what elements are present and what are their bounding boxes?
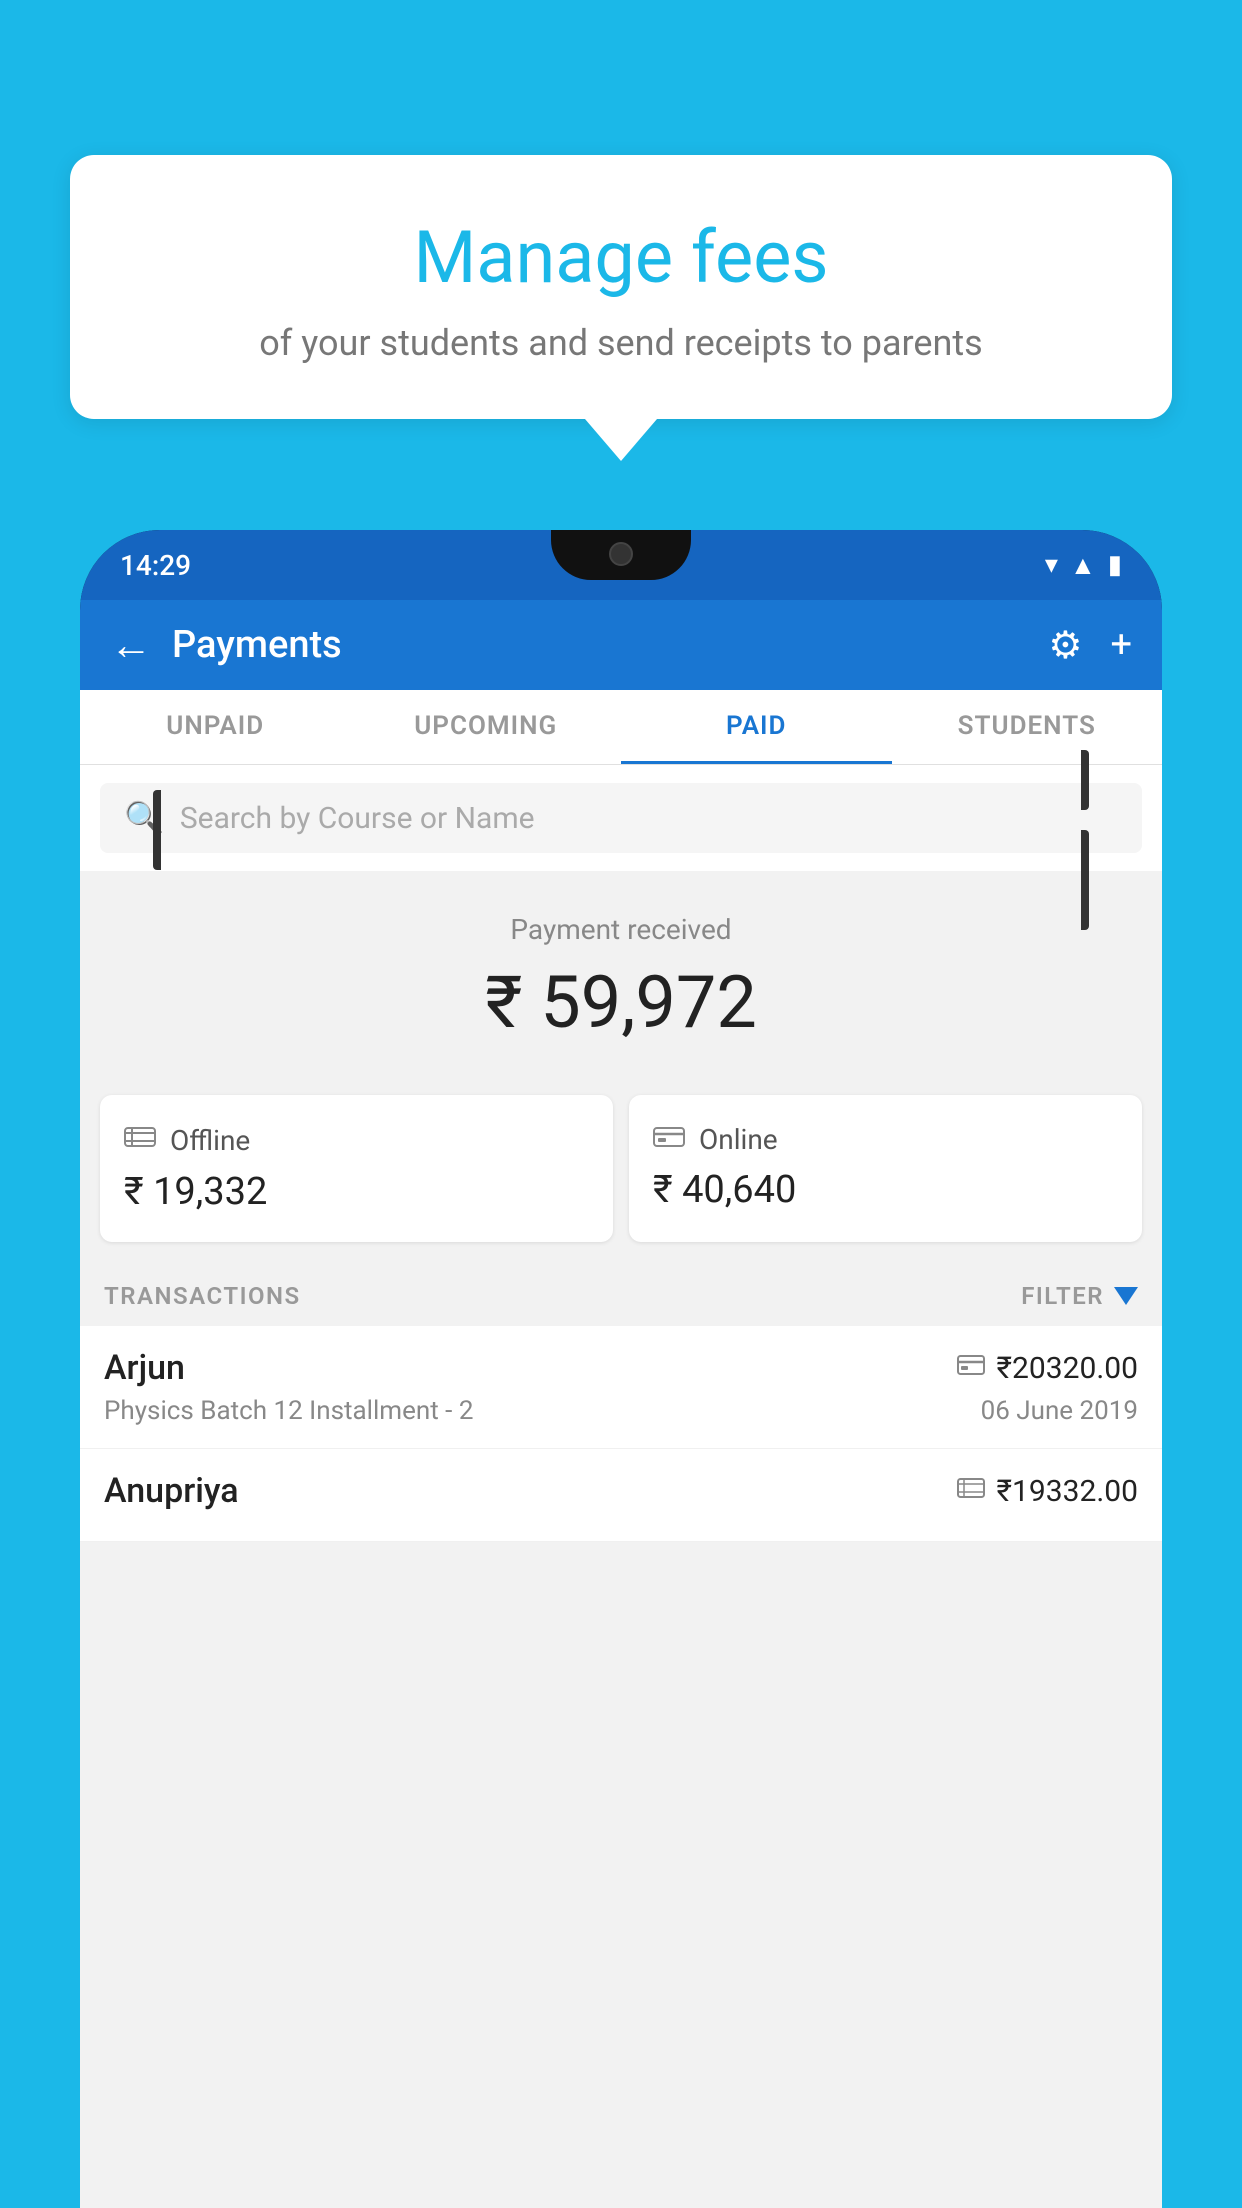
tooltip-card: Manage fees of your students and send re…: [70, 155, 1172, 419]
offline-label: Offline: [170, 1124, 250, 1157]
transaction-amount: ₹19332.00: [997, 1474, 1138, 1509]
header-icons: ⚙ +: [1048, 623, 1132, 668]
phone-screen: UNPAID UPCOMING PAID STUDENTS 🔍 Search b…: [80, 690, 1162, 2208]
transaction-row[interactable]: Arjun ₹20320.00 Physics Batch 12 Install…: [80, 1326, 1162, 1449]
payment-cards: Offline ₹ 19,332 Online ₹ 4: [80, 1075, 1162, 1262]
filter-label: FILTER: [1021, 1282, 1104, 1310]
filter-icon: [1114, 1287, 1138, 1305]
phone-side-btn-left: [153, 790, 161, 870]
phone-side-btn-right-top: [1081, 750, 1089, 810]
payment-total-amount: ₹ 59,972: [100, 960, 1142, 1045]
page-title: Payments: [172, 623, 1048, 667]
transaction-date: 06 June 2019: [981, 1396, 1138, 1426]
transaction-top: Anupriya ₹19332.00: [104, 1471, 1138, 1511]
online-label: Online: [699, 1123, 778, 1156]
transaction-amount-wrapper: ₹20320.00: [957, 1351, 1138, 1386]
phone-frame: 14:29 ▾ ▲ ▮ ← Payments ⚙ + UNPAID UPCOMI…: [80, 530, 1162, 2208]
tab-students[interactable]: STUDENTS: [892, 690, 1163, 764]
transaction-name: Anupriya: [104, 1471, 239, 1511]
transaction-row[interactable]: Anupriya ₹19332.00: [80, 1449, 1162, 1542]
battery-icon: ▮: [1108, 550, 1122, 580]
tab-upcoming[interactable]: UPCOMING: [351, 690, 622, 764]
offline-payment-card: Offline ₹ 19,332: [100, 1095, 613, 1242]
tooltip-subtitle: of your students and send receipts to pa…: [120, 322, 1122, 364]
online-payment-card: Online ₹ 40,640: [629, 1095, 1142, 1242]
settings-icon[interactable]: ⚙: [1048, 623, 1082, 668]
tooltip-title: Manage fees: [120, 215, 1122, 300]
transactions-label: TRANSACTIONS: [104, 1282, 301, 1310]
tab-paid[interactable]: PAID: [621, 690, 892, 764]
tab-unpaid[interactable]: UNPAID: [80, 690, 351, 764]
app-header: ← Payments ⚙ +: [80, 600, 1162, 690]
payment-received-section: Payment received ₹ 59,972: [80, 873, 1162, 1075]
offline-icon: [124, 1123, 156, 1158]
status-time: 14:29: [120, 549, 191, 582]
status-bar: 14:29 ▾ ▲ ▮: [80, 530, 1162, 600]
transaction-cash-icon: [957, 1476, 985, 1507]
transaction-bottom: Physics Batch 12 Installment - 2 06 June…: [104, 1396, 1138, 1426]
filter-button[interactable]: FILTER: [1021, 1282, 1138, 1310]
online-amount: ₹ 40,640: [653, 1168, 1118, 1212]
transaction-card-icon: [957, 1353, 985, 1383]
transaction-amount: ₹20320.00: [997, 1351, 1138, 1386]
transaction-top: Arjun ₹20320.00: [104, 1348, 1138, 1388]
online-card-header: Online: [653, 1123, 1118, 1156]
wifi-icon: ▾: [1045, 550, 1058, 580]
payment-received-label: Payment received: [100, 913, 1142, 946]
phone-side-btn-right-bot: [1081, 830, 1089, 930]
signal-icon: ▲: [1070, 550, 1096, 581]
front-camera: [609, 542, 633, 566]
tabs-bar: UNPAID UPCOMING PAID STUDENTS: [80, 690, 1162, 765]
online-icon: [653, 1123, 685, 1156]
offline-amount: ₹ 19,332: [124, 1170, 589, 1214]
offline-card-header: Offline: [124, 1123, 589, 1158]
search-placeholder: Search by Course or Name: [180, 801, 535, 836]
notch: [551, 530, 691, 580]
search-box[interactable]: 🔍 Search by Course or Name: [100, 783, 1142, 853]
transactions-header: TRANSACTIONS FILTER: [80, 1262, 1162, 1326]
transaction-name: Arjun: [104, 1348, 185, 1388]
status-icons: ▾ ▲ ▮: [1045, 550, 1122, 581]
search-container: 🔍 Search by Course or Name: [80, 765, 1162, 871]
transaction-amount-wrapper: ₹19332.00: [957, 1474, 1138, 1509]
transaction-course: Physics Batch 12 Installment - 2: [104, 1396, 473, 1426]
add-icon[interactable]: +: [1110, 623, 1132, 667]
back-button[interactable]: ←: [110, 621, 152, 670]
